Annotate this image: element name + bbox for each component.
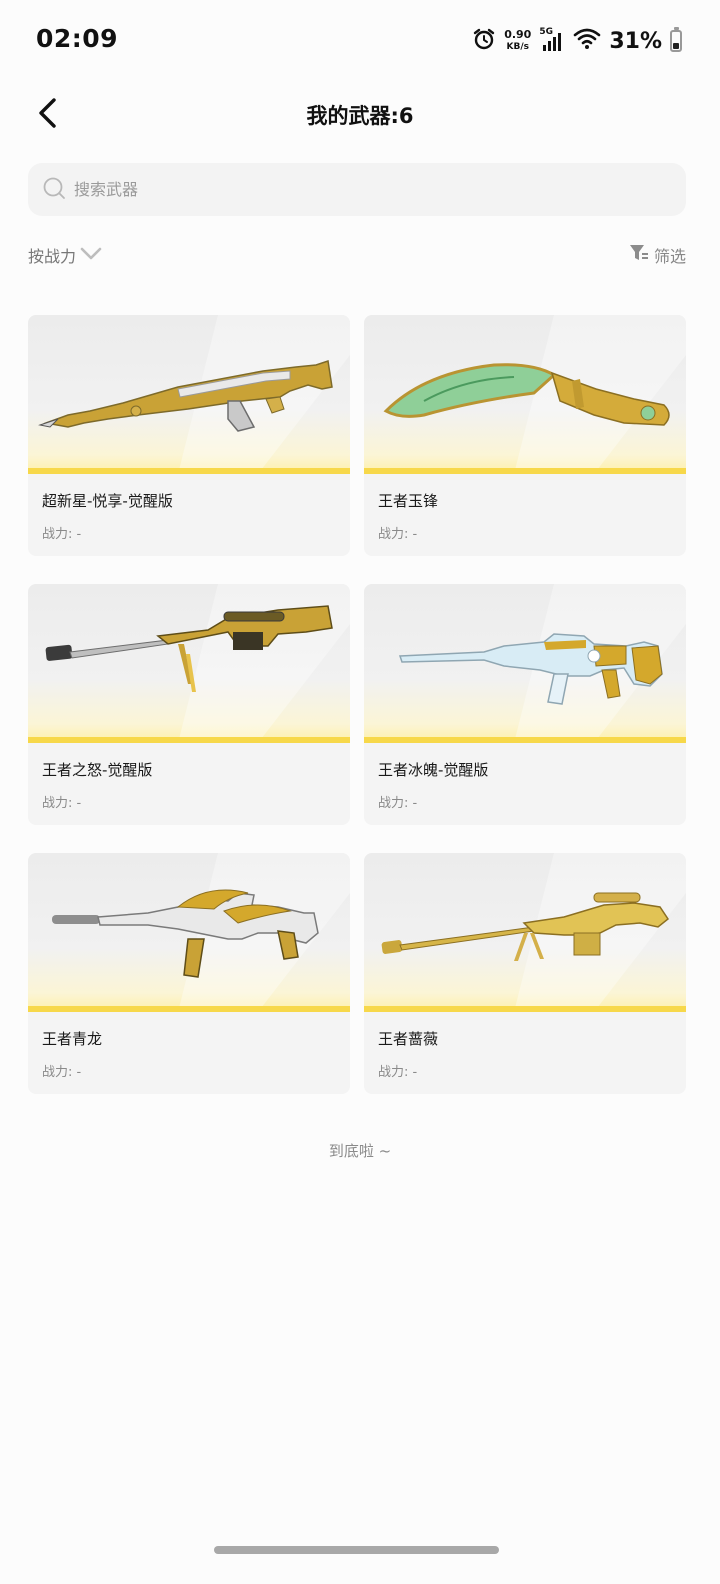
filter-label: 筛选 — [653, 247, 686, 266]
alarm-icon — [472, 27, 496, 55]
weapon-image — [28, 584, 350, 743]
battery-percent: 31% — [609, 28, 662, 54]
status-time: 02:09 — [36, 24, 119, 53]
status-icons: 0.90 KB/s 5G 31% — [472, 26, 682, 56]
sort-dropdown[interactable]: 按战力 — [28, 243, 102, 267]
rarity-stripe — [28, 737, 350, 743]
weapon-card[interactable]: 王者玉锋 战力: - — [364, 315, 686, 556]
weapon-name: 王者之怒-觉醒版 — [42, 761, 153, 779]
page-title: 我的武器:6 — [306, 104, 414, 128]
weapon-image — [28, 315, 350, 474]
weapon-card[interactable]: 超新星-悦享-觉醒版 战力: - — [28, 315, 350, 556]
weapon-power: 战力: - — [42, 796, 82, 811]
status-bar: 02:09 0.90 KB/s 5G 31% — [0, 0, 720, 80]
rarity-stripe — [364, 468, 686, 474]
assault-rifle-gold-icon — [38, 360, 333, 432]
weapon-image — [364, 584, 686, 743]
wifi-icon — [573, 28, 601, 54]
rarity-stripe — [28, 1006, 350, 1012]
ice-rifle-icon — [398, 633, 663, 705]
battery-fill — [673, 43, 679, 49]
weapon-name: 王者蔷薇 — [378, 1030, 439, 1048]
weapon-name: 超新星-悦享-觉醒版 — [42, 492, 173, 510]
weapon-card[interactable]: 王者蔷薇 战力: - — [364, 853, 686, 1094]
weapon-power: 战力: - — [378, 796, 418, 811]
weapon-name: 王者玉锋 — [378, 492, 439, 510]
weapon-card[interactable]: 王者冰魄-觉醒版 战力: - — [364, 584, 686, 825]
weapon-image — [28, 853, 350, 1012]
filter-button[interactable]: 筛选 — [629, 243, 686, 267]
weapon-image — [364, 853, 686, 1012]
search-icon — [42, 176, 66, 204]
cell-signal-icon: 5G — [539, 27, 565, 53]
dragon-rifle-icon — [52, 889, 319, 978]
weapon-card[interactable]: 王者青龙 战力: - — [28, 853, 350, 1094]
end-of-list-text: 到底啦 ~ — [328, 1142, 392, 1160]
rarity-stripe — [364, 1006, 686, 1012]
weapon-card[interactable]: 王者之怒-觉醒版 战力: - — [28, 584, 350, 825]
sniper-rifle-gold-icon — [45, 605, 333, 692]
weapon-power: 战力: - — [42, 527, 82, 542]
weapon-grid: 超新星-悦享-觉醒版 战力: - 王者玉锋 战力: - 王者之怒-觉醒版 战力:… — [28, 315, 686, 1094]
net-speed-unit: KB/s — [506, 42, 529, 52]
battery-icon — [670, 27, 682, 52]
gold-heavy-sniper-icon — [381, 892, 670, 961]
weapon-name: 王者冰魄-觉醒版 — [378, 761, 489, 779]
rarity-stripe — [28, 468, 350, 474]
home-indicator[interactable] — [214, 1546, 499, 1554]
net-speed: 0.90 KB/s — [504, 29, 531, 53]
search-input[interactable] — [74, 180, 634, 199]
search-bar[interactable] — [28, 163, 686, 216]
filter-icon — [629, 243, 649, 267]
weapon-power: 战力: - — [378, 527, 418, 542]
weapon-power: 战力: - — [42, 1065, 82, 1080]
chevron-down-icon — [80, 246, 102, 265]
sort-label: 按战力 — [28, 247, 77, 266]
net-speed-value: 0.90 — [504, 28, 532, 41]
weapon-image — [364, 315, 686, 474]
header: 我的武器:6 — [0, 84, 720, 148]
weapon-name: 王者青龙 — [42, 1030, 103, 1048]
rarity-stripe — [364, 737, 686, 743]
weapon-power: 战力: - — [378, 1065, 418, 1080]
jade-blade-icon — [383, 363, 670, 426]
